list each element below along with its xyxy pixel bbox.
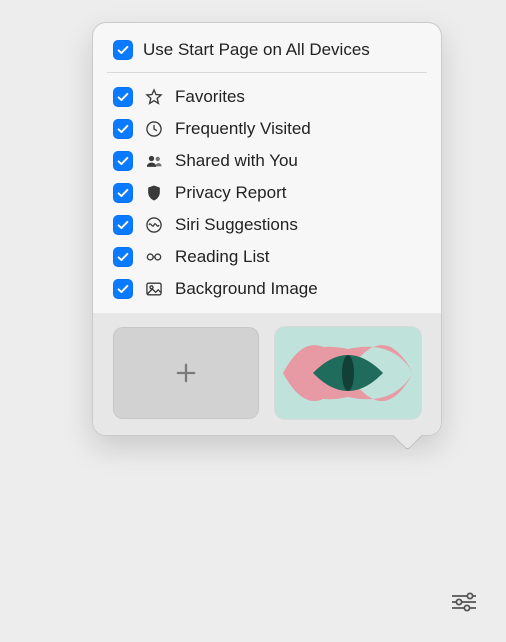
favorites-row[interactable]: Favorites [93,81,441,113]
checkbox-checked-icon [113,247,133,267]
checkbox-checked-icon [113,119,133,139]
clock-icon [143,118,165,140]
divider [107,72,427,73]
add-background-button[interactable] [113,327,259,419]
background-image-label: Background Image [175,279,318,299]
checkbox-checked-icon [113,279,133,299]
use-start-page-all-devices-row[interactable]: Use Start Page on All Devices [93,37,441,72]
checkbox-checked-icon [113,183,133,203]
reading-list-label: Reading List [175,247,270,267]
checkbox-checked-icon [113,151,133,171]
checkbox-checked-icon [113,215,133,235]
frequently-visited-label: Frequently Visited [175,119,311,139]
favorites-label: Favorites [175,87,245,107]
people-icon [143,150,165,172]
checkbox-checked-icon [113,40,133,60]
frequently-visited-row[interactable]: Frequently Visited [93,113,441,145]
shared-with-you-row[interactable]: Shared with You [93,145,441,177]
background-thumbnail-1[interactable] [275,327,421,419]
customize-start-page-button[interactable] [444,584,484,620]
start-page-settings-popover: Use Start Page on All Devices Favorites … [92,22,442,436]
background-image-row[interactable]: Background Image [93,273,441,305]
glasses-icon [143,246,165,268]
privacy-report-label: Privacy Report [175,183,286,203]
background-thumbnails [93,313,441,435]
shield-icon [143,182,165,204]
siri-suggestions-label: Siri Suggestions [175,215,298,235]
star-icon [143,86,165,108]
checkbox-checked-icon [113,87,133,107]
privacy-report-row[interactable]: Privacy Report [93,177,441,209]
siri-icon [143,214,165,236]
use-start-page-all-devices-label: Use Start Page on All Devices [143,40,370,60]
siri-suggestions-row[interactable]: Siri Suggestions [93,209,441,241]
shared-with-you-label: Shared with You [175,151,298,171]
image-icon [143,278,165,300]
reading-list-row[interactable]: Reading List [93,241,441,273]
